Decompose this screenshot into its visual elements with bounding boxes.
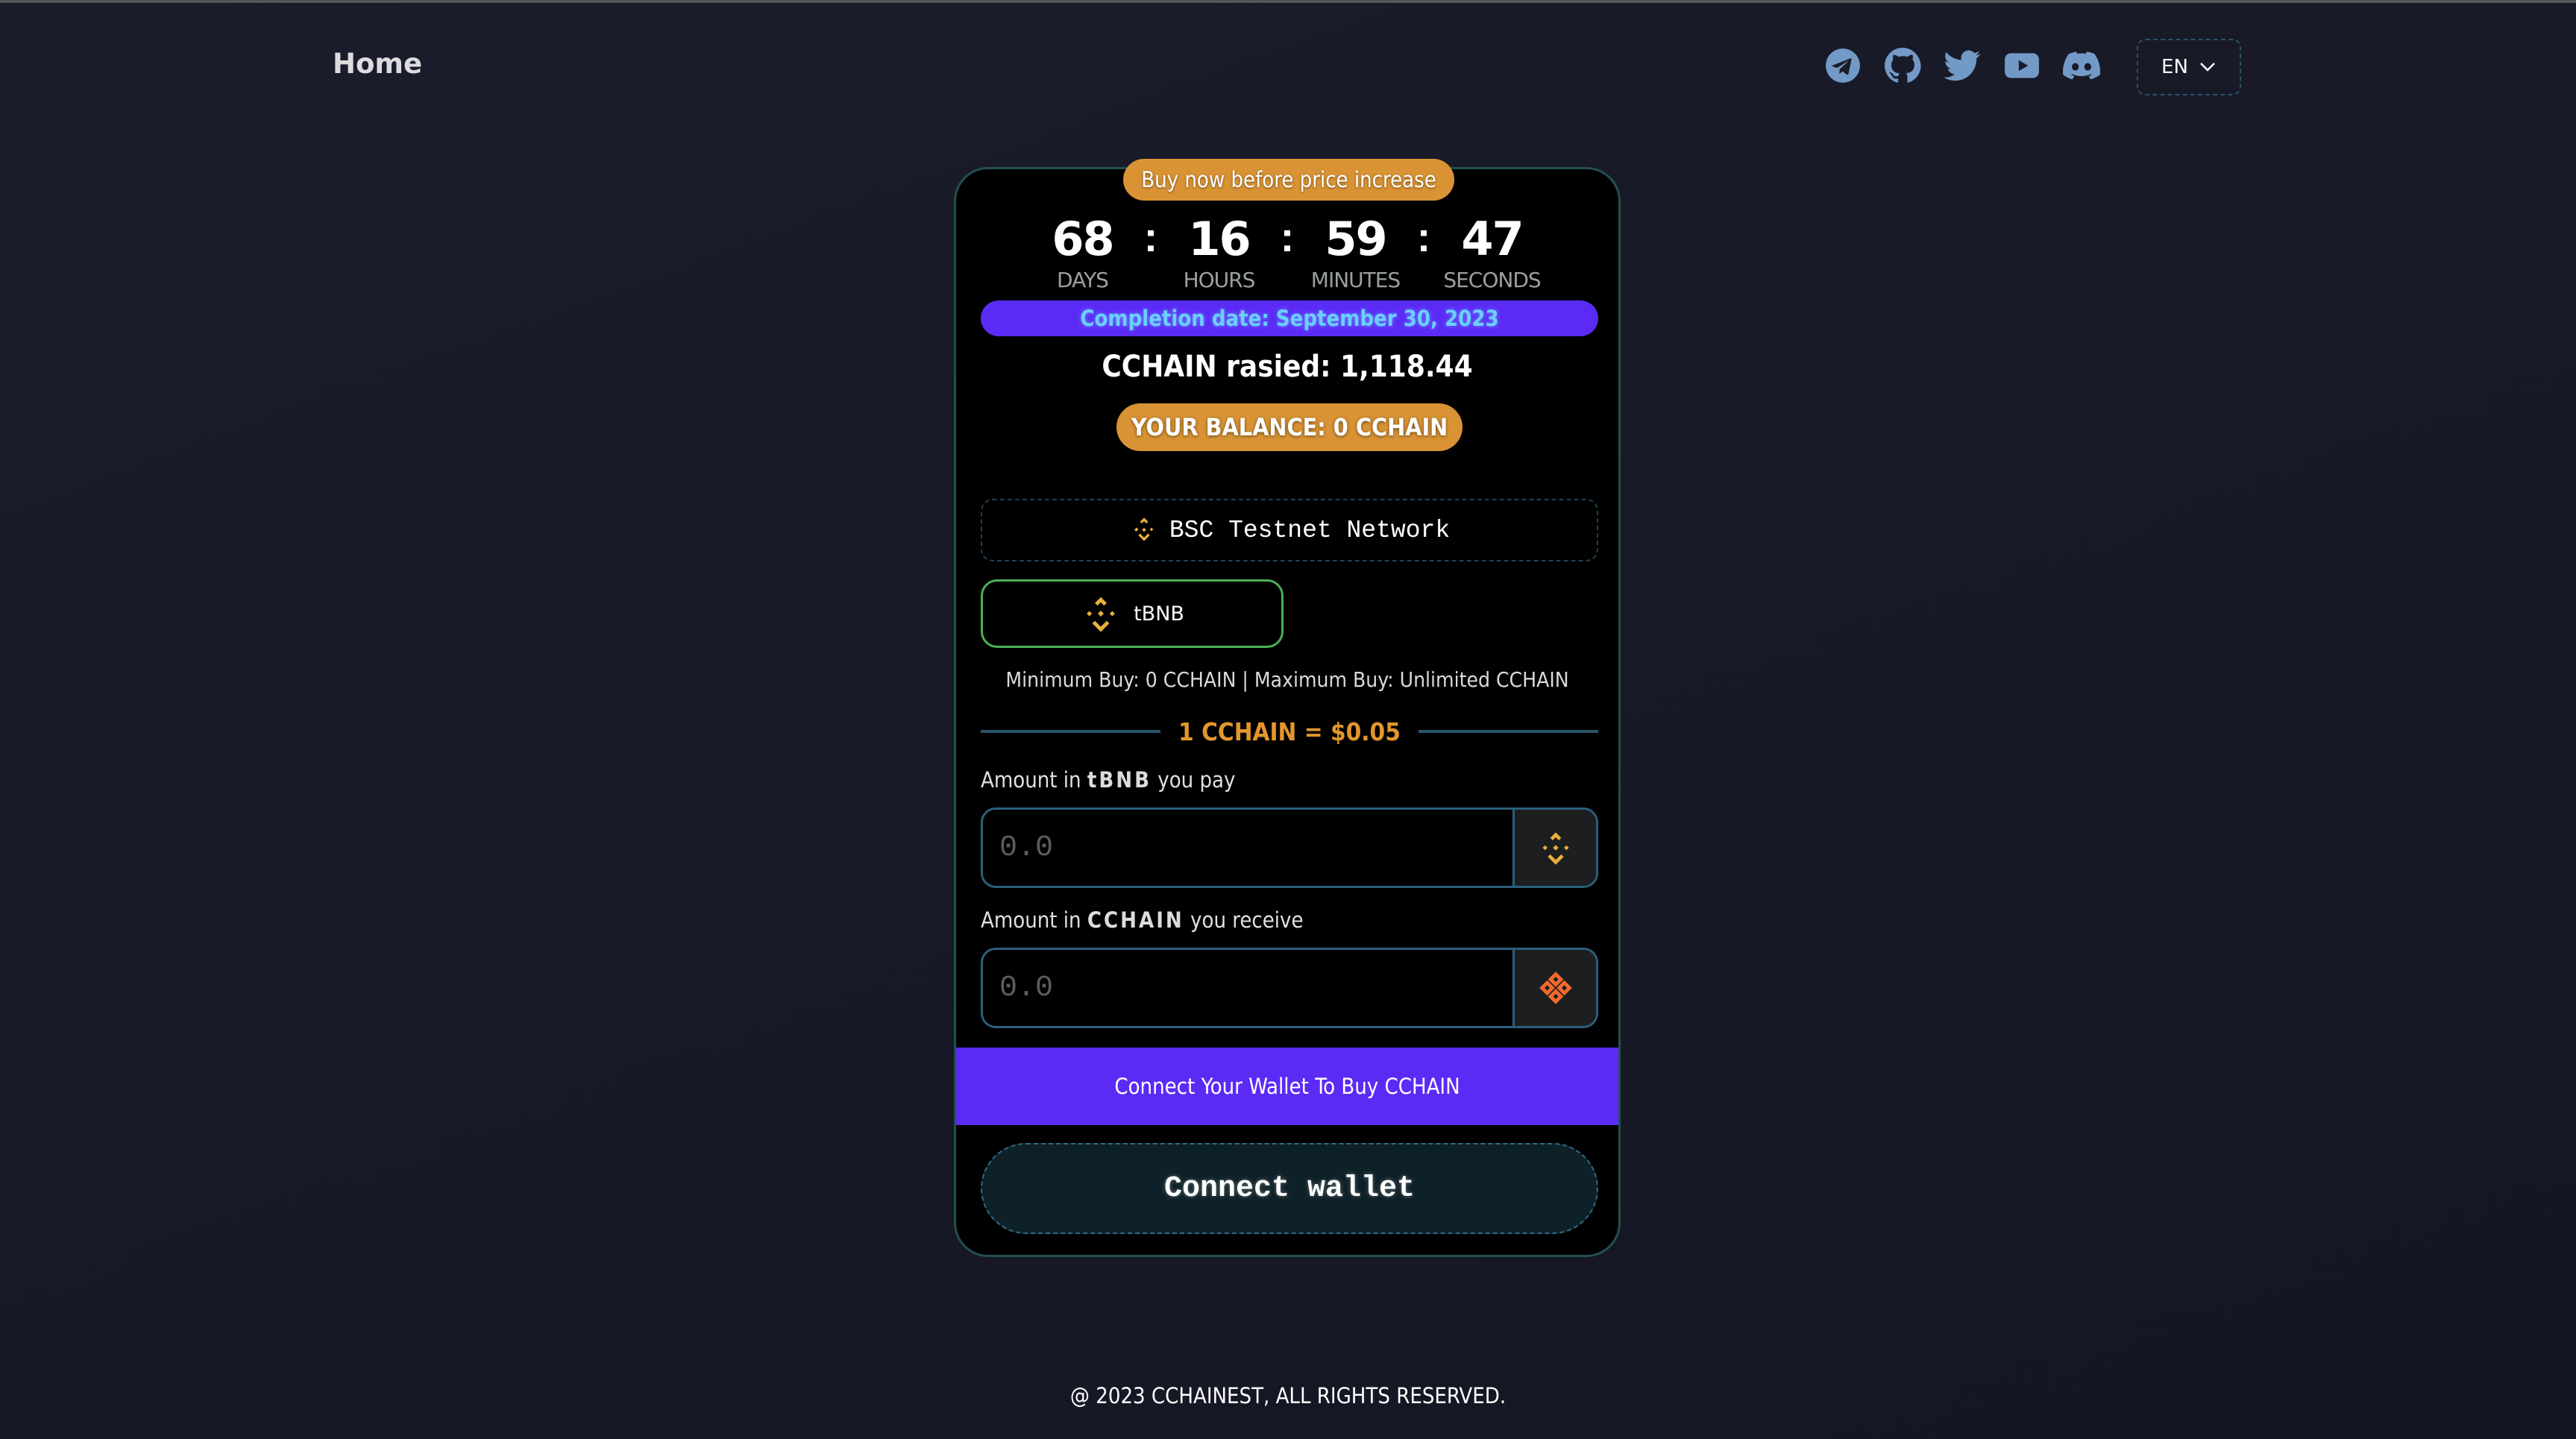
bnb-icon	[1087, 596, 1115, 632]
token-price: 1 CCHAIN = $0.05	[1178, 717, 1401, 746]
social-links	[1824, 47, 2100, 84]
divider	[1418, 730, 1598, 733]
buy-limits: Minimum Buy: 0 CCHAIN | Maximum Buy: Unl…	[1005, 667, 1569, 692]
receive-amount-field	[981, 948, 1598, 1028]
nav-home-link[interactable]: Home	[333, 48, 422, 80]
pay-token-icon-box	[1512, 810, 1596, 886]
label-token: tBNB	[1087, 767, 1152, 793]
label-token: CCHAIN	[1087, 907, 1184, 933]
completion-date-bar: Completion date: September 30, 2023	[981, 300, 1598, 336]
price-row: 1 CCHAIN = $0.05	[981, 715, 1598, 748]
countdown-separator: :	[1416, 213, 1431, 260]
balance-badge: YOUR BALANCE: 0 CCHAIN	[1116, 403, 1463, 451]
twitter-link[interactable]	[1944, 47, 1981, 84]
countdown-timer: 68 DAYS : 16 HOURS : 59 MINUTES : 47 SEC…	[956, 211, 1618, 293]
cchain-logo-icon	[1539, 972, 1572, 1004]
discord-link[interactable]	[2063, 47, 2100, 84]
youtube-link[interactable]	[2003, 47, 2041, 84]
countdown-hours: 16 HOURS	[1171, 211, 1268, 293]
label-suffix: you pay	[1157, 767, 1236, 793]
pay-field-label: Amount in tBNB you pay	[981, 767, 1235, 793]
countdown-separator: :	[1280, 213, 1295, 260]
pay-amount-input[interactable]	[983, 810, 1512, 886]
countdown-minutes-label: MINUTES	[1310, 268, 1401, 292]
countdown-hours-value: 16	[1188, 212, 1251, 266]
chevron-down-icon	[2200, 63, 2215, 72]
countdown-hours-label: HOURS	[1183, 268, 1256, 292]
window-top-border	[0, 0, 2576, 3]
language-selector[interactable]: EN	[2137, 39, 2241, 95]
countdown-minutes: 59 MINUTES	[1307, 211, 1404, 293]
divider	[981, 730, 1161, 733]
receive-amount-input[interactable]	[983, 950, 1512, 1026]
bnb-icon	[1134, 517, 1154, 541]
countdown-days: 68 DAYS	[1034, 211, 1131, 293]
promo-badge: Buy now before price increase	[1123, 159, 1454, 201]
label-prefix: Amount in	[981, 907, 1081, 933]
telegram-link[interactable]	[1824, 47, 1862, 84]
discord-icon	[2063, 51, 2100, 80]
countdown-seconds-label: SECONDS	[1443, 268, 1541, 292]
twitter-icon	[1944, 50, 1981, 81]
receive-token-icon-box	[1512, 950, 1596, 1026]
pay-amount-field	[981, 807, 1598, 888]
language-label: EN	[2161, 56, 2188, 78]
raised-amount: CCHAIN rasied: 1,118.44	[1102, 350, 1473, 384]
bnb-icon	[1542, 832, 1569, 865]
token-label: tBNB	[1134, 602, 1184, 626]
presale-card: Buy now before price increase 68 DAYS : …	[954, 159, 1621, 1257]
github-icon	[1885, 48, 1921, 83]
network-selector[interactable]: BSC Testnet Network	[981, 499, 1598, 561]
label-prefix: Amount in	[981, 767, 1081, 793]
countdown-days-label: DAYS	[1057, 268, 1109, 292]
footer-copyright: @ 2023 CCHAINEST, ALL RIGHTS RESERVED.	[1069, 1383, 1507, 1408]
connect-wallet-button[interactable]: Connect wallet	[981, 1143, 1598, 1234]
countdown-days-value: 68	[1052, 212, 1114, 266]
connect-to-buy-button[interactable]: Connect Your Wallet To Buy CCHAIN	[956, 1048, 1618, 1125]
token-tbnb-button[interactable]: tBNB	[981, 579, 1284, 648]
countdown-seconds: 47 SECONDS	[1443, 211, 1541, 293]
github-link[interactable]	[1884, 47, 1921, 84]
countdown-separator: :	[1143, 213, 1158, 260]
telegram-icon	[1826, 48, 1860, 83]
countdown-seconds-value: 47	[1461, 212, 1524, 266]
youtube-icon	[2005, 53, 2039, 78]
network-label: BSC Testnet Network	[1169, 516, 1451, 544]
receive-field-label: Amount in CCHAIN you receive	[981, 907, 1304, 933]
label-suffix: you receive	[1190, 907, 1304, 933]
countdown-minutes-value: 59	[1325, 212, 1387, 266]
